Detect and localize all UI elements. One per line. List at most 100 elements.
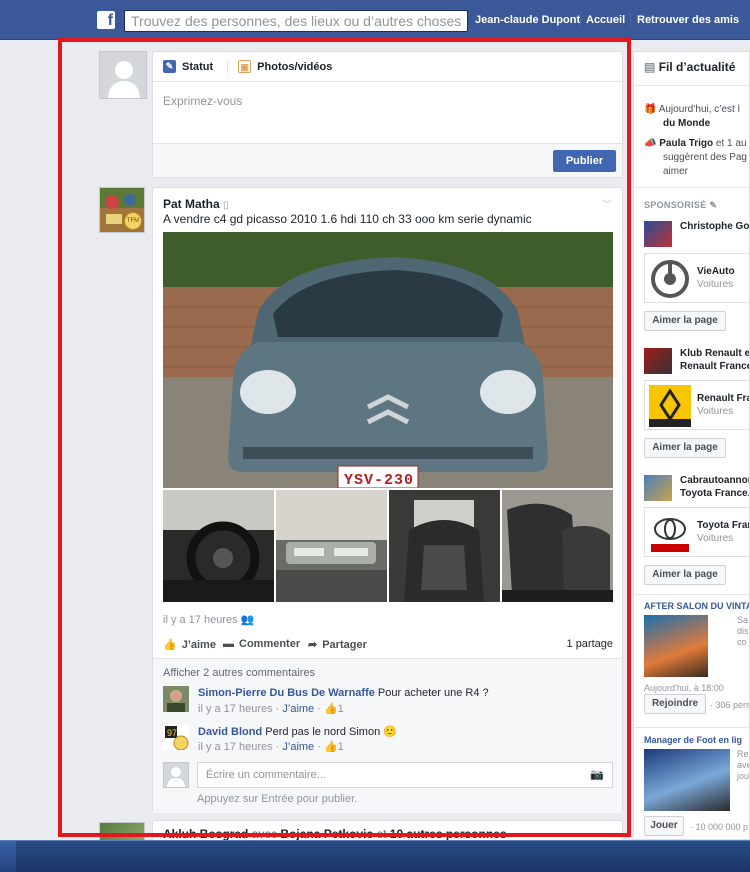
- comment-text: Simon-Pierre Du Bus De Warnaffe Pour ach…: [198, 687, 489, 699]
- nav-divider: [630, 12, 631, 28]
- top-navigation-bar: f Trouvez des personnes, des lieux ou d’…: [0, 0, 750, 40]
- event-title[interactable]: AFTER SALON DU VINTA: [644, 601, 749, 611]
- share-button[interactable]: ➦ Partager: [308, 638, 367, 652]
- sponsored-icon: ✎: [709, 200, 718, 210]
- thumbs-up-icon: 👍: [323, 703, 338, 715]
- event-description: co: [737, 637, 747, 647]
- page-suggestion[interactable]: 📣 Paula Trigo et 1 au: [644, 138, 747, 149]
- ad-title[interactable]: Cabrautoannor: [680, 475, 749, 486]
- ad-title-line2: Toyota France.: [680, 488, 750, 499]
- composer-textarea[interactable]: Exprimez-vous: [153, 82, 622, 144]
- event-description: dis: [737, 626, 749, 636]
- nav-divider: [580, 12, 581, 28]
- post-thumb-photo[interactable]: [389, 490, 500, 602]
- tab-photos-videos[interactable]: ▣ Photos/vidéos: [238, 60, 332, 73]
- post-author-name[interactable]: Pat Matha ▯: [163, 197, 229, 211]
- page-icon: ▯: [223, 200, 229, 211]
- page-category: Voitures: [697, 533, 734, 544]
- vieauto-logo-icon: [649, 258, 691, 300]
- page-category: Voitures: [697, 279, 734, 290]
- post-author-avatar[interactable]: TFM: [99, 187, 145, 233]
- user-avatar-small: [163, 762, 189, 788]
- facebook-logo-icon[interactable]: f: [97, 11, 115, 29]
- sponsored-page-card[interactable]: VieAuto Voitures: [644, 253, 749, 303]
- like-button[interactable]: 👍 J’aime: [163, 638, 216, 652]
- tab-status[interactable]: ✎ Statut: [163, 60, 213, 73]
- like-page-button[interactable]: Aimer la page: [644, 438, 726, 458]
- post-thumb-photo[interactable]: [502, 490, 613, 602]
- news-feed-title[interactable]: ▤ Fil d’actualité: [644, 60, 735, 74]
- os-taskbar: [0, 840, 750, 872]
- ad-thumbnail[interactable]: [644, 221, 672, 247]
- nav-find-friends-link[interactable]: Retrouver des amis: [637, 14, 739, 26]
- feed-post: Pat Matha ▯ ﹀ A vendre c4 gd picasso 201…: [152, 187, 623, 813]
- news-feed-icon: ▤: [644, 60, 656, 74]
- post-action-bar: 👍 J’aime ▬ Commenter ➦ Partager 1 partage: [163, 638, 613, 654]
- page-category: Voitures: [697, 406, 734, 417]
- ad-title[interactable]: Christophe Gou: [680, 221, 749, 232]
- post-main-photo[interactable]: YSV-230: [163, 232, 613, 488]
- thumbs-up-icon: 👍: [323, 741, 338, 753]
- event-image[interactable]: [644, 615, 708, 677]
- comment-author-name[interactable]: Simon-Pierre Du Bus De Warnaffe: [198, 687, 375, 699]
- ad-title[interactable]: Klub Renault et: [680, 348, 749, 359]
- comment-author-avatar[interactable]: 97: [163, 724, 189, 750]
- post-timestamp[interactable]: il y a 17 heures 👥: [163, 613, 254, 626]
- comments-section: Afficher 2 autres commentaires Simon-Pie…: [153, 658, 622, 813]
- next-feed-post: Akluh Bosgrad avec Bojana Petkovic et 10…: [152, 820, 623, 842]
- right-sidebar: ▤ Fil d’actualité 🎁 Aujourd’hui, c’est l…: [633, 51, 750, 840]
- play-game-button[interactable]: Jouer: [644, 816, 684, 836]
- audience-friends-icon: 👥: [240, 614, 255, 626]
- ad-thumbnail[interactable]: [644, 475, 672, 501]
- divider: [634, 187, 749, 188]
- comment-like-link[interactable]: J’aime: [282, 741, 314, 753]
- badge-icon: TFM: [124, 212, 142, 230]
- comment-author-avatar[interactable]: [163, 686, 189, 712]
- composer-tabs: ✎ Statut ▣ Photos/vidéos: [153, 52, 622, 82]
- camera-icon[interactable]: 📷: [590, 763, 604, 787]
- comment-meta: il y a 17 heures · J’aime · 👍1: [198, 703, 344, 715]
- view-more-comments-link[interactable]: Afficher 2 autres commentaires: [163, 667, 315, 679]
- like-page-button[interactable]: Aimer la page: [644, 565, 726, 585]
- comment-input[interactable]: Écrire un commentaire... 📷: [197, 762, 613, 788]
- birthday-notice[interactable]: 🎁 Aujourd’hui, c’est l: [644, 104, 740, 115]
- start-button[interactable]: [0, 841, 16, 872]
- next-post-author-avatar[interactable]: [99, 822, 145, 842]
- toyota-logo-icon: [649, 512, 691, 554]
- join-event-button[interactable]: Rejoindre: [644, 694, 706, 714]
- sponsored-page-card[interactable]: Toyota Fran Voitures: [644, 507, 749, 557]
- ad-thumbnail[interactable]: [644, 348, 672, 374]
- tab-divider: [227, 59, 229, 74]
- pencil-icon: ✎: [163, 60, 176, 73]
- post-thumb-photo[interactable]: [276, 490, 387, 602]
- page-name: VieAuto: [697, 266, 735, 277]
- nav-profile-link[interactable]: Jean-claude Dupont: [475, 14, 580, 26]
- comment-text: David Blond Perd pas le nord Simon 🙂: [198, 726, 397, 738]
- game-description: jou: [737, 771, 750, 781]
- comment-like-link[interactable]: J’aime: [282, 703, 314, 715]
- page-name: Renault Fra: [697, 393, 750, 404]
- megaphone-icon: 📣: [644, 138, 657, 149]
- license-plate: YSV-230: [343, 472, 414, 488]
- game-description: Re: [737, 749, 749, 759]
- game-image[interactable]: [644, 749, 730, 811]
- divider: [634, 594, 749, 595]
- publish-button[interactable]: Publier: [553, 150, 616, 172]
- shares-count-link[interactable]: 1 partage: [567, 638, 613, 650]
- like-page-button[interactable]: Aimer la page: [644, 311, 726, 331]
- post-thumb-photo[interactable]: [163, 490, 274, 602]
- event-title[interactable]: Manager de Foot en lig: [644, 735, 742, 745]
- search-input[interactable]: Trouvez des personnes, des lieux ou d’au…: [124, 10, 468, 32]
- comment-author-name[interactable]: David Blond: [198, 726, 262, 738]
- sponsored-page-card[interactable]: Renault Fra Voitures: [644, 380, 750, 430]
- post-options-chevron-icon[interactable]: ﹀: [602, 196, 612, 211]
- comment-button[interactable]: ▬ Commenter: [223, 638, 300, 650]
- user-avatar[interactable]: [99, 51, 147, 99]
- birthday-notice-line2: du Monde: [663, 118, 711, 129]
- ad-title-line2: Renault France: [680, 361, 750, 372]
- page-suggestion-line3: aimer: [663, 166, 689, 177]
- post-text: A vendre c4 gd picasso 2010 1.6 hdi 110 …: [163, 212, 532, 226]
- game-description: ave: [737, 760, 749, 770]
- tab-photos-label: Photos/vidéos: [257, 60, 333, 73]
- nav-home-link[interactable]: Accueil: [586, 14, 625, 26]
